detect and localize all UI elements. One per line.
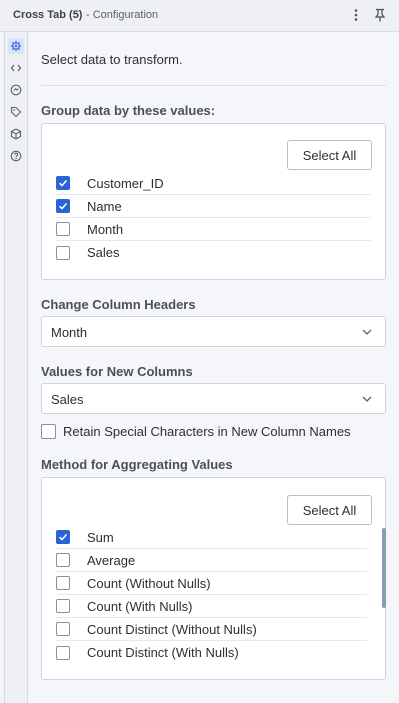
group-field-list: Select All Customer_ID Name Month Sales — [41, 123, 386, 280]
group-item-label: Sales — [87, 245, 120, 260]
list-scrollbar[interactable] — [382, 528, 386, 608]
method-item-count-distinct-with-nulls[interactable]: Count Distinct (With Nulls) — [56, 641, 367, 664]
tag-icon[interactable] — [8, 104, 24, 120]
headers-section-label: Change Column Headers — [41, 297, 196, 312]
column-headers-select[interactable]: Month — [41, 316, 386, 347]
aggregation-method-list: Select All Sum Average Count (Without Nu… — [41, 477, 386, 680]
checkbox-unchecked[interactable] — [56, 222, 70, 236]
configuration-panel: Select data to transform. Group data by … — [29, 32, 399, 703]
checkbox-checked[interactable] — [56, 199, 70, 213]
new-columns-values-value: Sales — [51, 392, 84, 407]
chevron-down-icon — [361, 393, 373, 405]
values-section-label: Values for New Columns — [41, 364, 193, 379]
panel-subtitle: - Configuration — [86, 9, 159, 21]
method-item-count-without-nulls[interactable]: Count (Without Nulls) — [56, 572, 367, 595]
checkbox-unchecked[interactable] — [56, 645, 70, 660]
group-item-month[interactable]: Month — [56, 218, 371, 241]
group-select-all-button[interactable]: Select All — [287, 140, 372, 170]
method-item-label: Count (Without Nulls) — [87, 575, 211, 591]
method-item-average[interactable]: Average — [56, 549, 367, 572]
group-item-customer-id[interactable]: Customer_ID — [56, 172, 371, 195]
method-item-count-with-nulls[interactable]: Count (With Nulls) — [56, 595, 367, 618]
code-icon[interactable] — [8, 60, 24, 76]
method-select-all-button[interactable]: Select All — [287, 495, 372, 525]
group-item-label: Name — [87, 198, 122, 214]
tool-sidebar — [4, 32, 28, 703]
retain-special-characters-label: Retain Special Characters in New Column … — [63, 424, 351, 439]
method-item-label: Count (With Nulls) — [87, 598, 193, 614]
checkbox-unchecked[interactable] — [56, 622, 70, 636]
vertical-dots-icon[interactable] — [347, 6, 365, 24]
method-item-label: Count Distinct (Without Nulls) — [87, 621, 257, 637]
method-item-sum[interactable]: Sum — [56, 526, 367, 549]
gear-icon[interactable] — [8, 38, 24, 54]
retain-special-characters-option[interactable]: Retain Special Characters in New Column … — [41, 424, 351, 439]
group-item-label: Customer_ID — [87, 175, 164, 191]
method-item-label: Count Distinct (With Nulls) — [87, 645, 239, 660]
group-item-name[interactable]: Name — [56, 195, 371, 218]
group-section-label: Group data by these values: — [41, 103, 216, 118]
help-icon[interactable] — [8, 148, 24, 164]
checkbox-unchecked[interactable] — [56, 576, 70, 590]
checkbox-checked[interactable] — [56, 176, 70, 190]
new-columns-values-select[interactable]: Sales — [41, 383, 386, 414]
divider — [41, 85, 386, 86]
panel-title: Cross Tab (5) — [13, 9, 83, 21]
settings-circle-icon[interactable] — [8, 82, 24, 98]
chevron-down-icon — [361, 326, 373, 338]
checkbox-unchecked[interactable] — [56, 553, 70, 567]
intro-text: Select data to transform. — [41, 52, 183, 67]
pin-icon[interactable] — [371, 6, 389, 24]
checkbox-unchecked[interactable] — [41, 424, 56, 439]
method-item-label: Average — [87, 552, 136, 568]
title-bar: Cross Tab (5) - Configuration — [0, 0, 399, 32]
method-item-count-distinct-without-nulls[interactable]: Count Distinct (Without Nulls) — [56, 618, 367, 641]
checkbox-checked[interactable] — [56, 530, 70, 544]
group-item-sales[interactable]: Sales — [56, 241, 371, 264]
cube-icon[interactable] — [8, 126, 24, 142]
group-item-label: Month — [87, 221, 124, 237]
method-section-label: Method for Aggregating Values — [41, 457, 233, 472]
method-item-label: Sum — [87, 529, 114, 545]
checkbox-unchecked[interactable] — [56, 599, 70, 613]
checkbox-unchecked[interactable] — [56, 245, 70, 260]
column-headers-value: Month — [51, 325, 88, 340]
